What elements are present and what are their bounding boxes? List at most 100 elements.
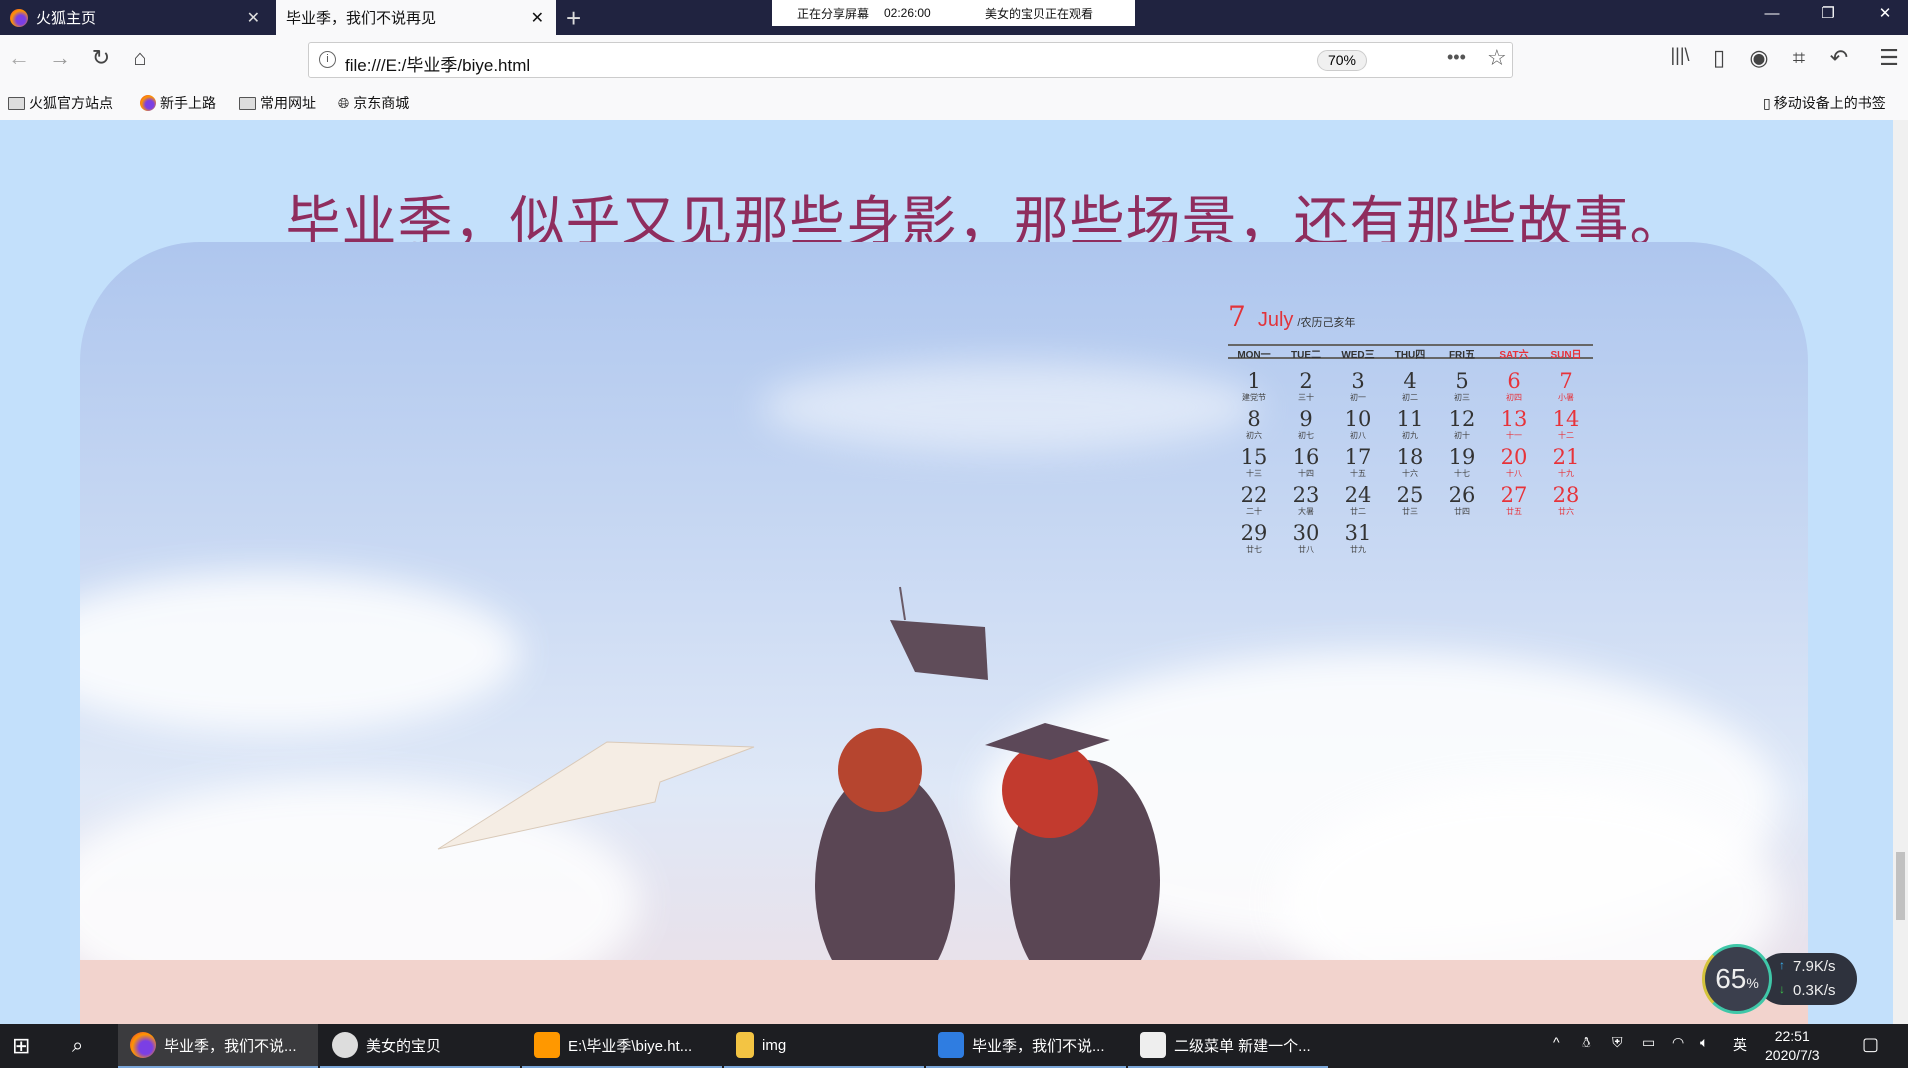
calendar-day: 28 廿六 — [1540, 484, 1592, 517]
network-speed-widget[interactable]: 65% ↑ 7.9K/s ↓ 0.3K/s — [1702, 944, 1857, 1014]
library-icon[interactable]: |||\ — [1665, 45, 1695, 66]
lunar-date: 廿六 — [1558, 507, 1574, 516]
day-number: 10 — [1344, 407, 1372, 431]
upload-speed: 7.9K/s — [1793, 958, 1836, 975]
taskbar-item-word[interactable]: 毕业季，我们不说... — [926, 1024, 1126, 1068]
wifi-icon[interactable]: ◠ — [1672, 1034, 1684, 1051]
day-number: 22 — [1240, 483, 1268, 507]
close-tab-icon[interactable]: ✕ — [531, 8, 544, 28]
lunar-date: 建党节 — [1242, 393, 1266, 402]
scrollbar-thumb[interactable] — [1896, 852, 1905, 920]
tab-bar: 火狐主页 ✕ 毕业季，我们不说再见 ✕ + 正在分享屏幕 02:26:00 美女的宝… — [0, 0, 1908, 35]
close-tab-icon[interactable]: ✕ — [247, 8, 260, 28]
taskbar-item-firefox[interactable]: 毕业季，我们不说... — [118, 1024, 318, 1068]
tab-firefox-home[interactable]: 火狐主页 ✕ — [0, 0, 272, 35]
day-number: 31 — [1344, 521, 1372, 545]
minimize-button[interactable]: — — [1749, 0, 1795, 30]
bookmark-label: 新手上路 — [160, 95, 216, 111]
screenshot-icon[interactable]: ⌗ — [1784, 45, 1814, 71]
info-icon[interactable]: i — [319, 51, 336, 68]
day-number: 5 — [1455, 369, 1469, 393]
bookmark-label: 京东商城 — [353, 95, 410, 111]
battery-icon[interactable]: ▭ — [1642, 1034, 1655, 1051]
taskbar-label: 毕业季，我们不说... — [972, 1037, 1105, 1055]
clock[interactable]: 22:51 2020/7/3 — [1765, 1027, 1820, 1065]
mobile-bookmarks[interactable]: ▯ 移动设备上的书签 — [1763, 93, 1886, 113]
bookmark-label: 移动设备上的书签 — [1773, 95, 1886, 111]
calendar-day: 23 大暑 — [1280, 484, 1332, 517]
lunar-date: 廿九 — [1350, 545, 1366, 554]
lunar-date: 大暑 — [1298, 507, 1314, 516]
calendar-day: 21 十九 — [1540, 446, 1592, 479]
volume-icon[interactable]: 🔈︎ — [1700, 1034, 1708, 1051]
security-icon[interactable]: ⛨ — [1612, 1034, 1623, 1051]
calendar-day: 27 廿五 — [1488, 484, 1540, 517]
taskbar-item-explorer[interactable]: img — [724, 1024, 924, 1068]
day-number: 25 — [1396, 483, 1424, 507]
calendar-day: 9 初七 — [1280, 408, 1332, 441]
phone-icon: ▯ — [1763, 94, 1771, 111]
calendar-day: 7 小暑 — [1540, 370, 1592, 403]
sidebar-icon[interactable]: ▯ — [1704, 45, 1734, 71]
more-icon[interactable]: ••• — [1447, 47, 1466, 68]
account-icon[interactable]: ◉ — [1744, 45, 1774, 71]
bookmark-item[interactable]: 常用网址 — [239, 93, 316, 113]
zoom-level[interactable]: 70% — [1317, 50, 1367, 71]
home-icon[interactable]: ⌂ — [125, 45, 155, 71]
day-number: 3 — [1351, 369, 1365, 393]
bookmark-item[interactable]: 新手上路 — [140, 93, 216, 113]
tab-label: 火狐主页 — [36, 10, 97, 27]
upload-arrow-icon: ↑ — [1779, 958, 1785, 972]
calendar-day: 10 初八 — [1332, 408, 1384, 441]
calendar-day: 6 初四 — [1488, 370, 1540, 403]
wps-icon — [938, 1032, 964, 1058]
taskbar-item-sublime[interactable]: E:\毕业季\biye.ht... — [522, 1024, 722, 1068]
taskbar-item-notes[interactable]: 二级菜单 新建一个... — [1128, 1024, 1328, 1068]
calendar-day: 17 十五 — [1332, 446, 1384, 479]
start-button[interactable]: ⊞ — [0, 1024, 48, 1068]
calendar-day: 18 十六 — [1384, 446, 1436, 479]
search-icon[interactable]: ⌕ — [60, 1024, 108, 1068]
weekday-label: TUE二 — [1291, 350, 1321, 361]
new-tab-button[interactable]: + — [566, 3, 581, 34]
day-number: 6 — [1507, 369, 1521, 393]
undo-icon[interactable]: ↶ — [1824, 45, 1854, 71]
ime-indicator[interactable]: 英 — [1733, 1035, 1747, 1055]
weekday-label: SAT六 — [1499, 350, 1529, 361]
nav-bar: ← → ↻ ⌂ i file:///E:/毕业季/biye.html 70% •… — [0, 35, 1908, 85]
taskbar-item-chat[interactable]: 美女的宝贝 — [320, 1024, 520, 1068]
day-number: 28 — [1552, 483, 1580, 507]
reload-icon[interactable]: ↻ — [86, 45, 116, 71]
url-bar[interactable]: i file:///E:/毕业季/biye.html 70% ••• ☆ — [308, 42, 1513, 78]
download-speed: 0.3K/s — [1793, 982, 1836, 999]
taskbar-label: 美女的宝贝 — [366, 1037, 442, 1055]
bookmark-star-icon[interactable]: ☆ — [1487, 45, 1507, 71]
url-text[interactable]: file:///E:/毕业季/biye.html — [345, 51, 530, 76]
day-number: 9 — [1299, 407, 1313, 431]
tray-expand-icon[interactable]: ^ — [1553, 1034, 1560, 1050]
lunar-date: 三十 — [1298, 393, 1314, 402]
qq-icon[interactable]: 🐧︎ — [1582, 1034, 1591, 1053]
menu-icon[interactable]: ☰ — [1874, 45, 1904, 71]
weekday-label: WED三 — [1341, 350, 1375, 361]
restore-button[interactable]: ❐ — [1805, 0, 1851, 30]
scrollbar[interactable] — [1893, 120, 1908, 1024]
lunar-date: 廿二 — [1350, 507, 1366, 516]
calendar-day: 12 初十 — [1436, 408, 1488, 441]
text-icon — [1140, 1032, 1166, 1058]
calendar-day: 20 十八 — [1488, 446, 1540, 479]
notification-icon[interactable]: ▢ — [1862, 1034, 1879, 1055]
gauge-unit: % — [1746, 975, 1759, 991]
close-window-button[interactable]: ✕ — [1862, 0, 1908, 30]
bookmark-item[interactable]: 🌐︎ 京东商城 — [338, 93, 409, 113]
lunar-date: 廿三 — [1402, 507, 1418, 516]
back-icon[interactable]: ← — [4, 45, 34, 71]
weekday-label: FRI五 — [1448, 350, 1476, 361]
memory-gauge: 65% — [1702, 944, 1772, 1014]
lunar-date: 十一 — [1506, 431, 1522, 440]
bookmark-item[interactable]: 火狐官方站点 — [8, 93, 113, 113]
lunar-date: 十三 — [1246, 469, 1262, 478]
tab-biye[interactable]: 毕业季，我们不说再见 ✕ — [276, 0, 556, 35]
weekday-label: SUN日 — [1550, 350, 1582, 361]
forward-icon[interactable]: → — [45, 45, 75, 71]
